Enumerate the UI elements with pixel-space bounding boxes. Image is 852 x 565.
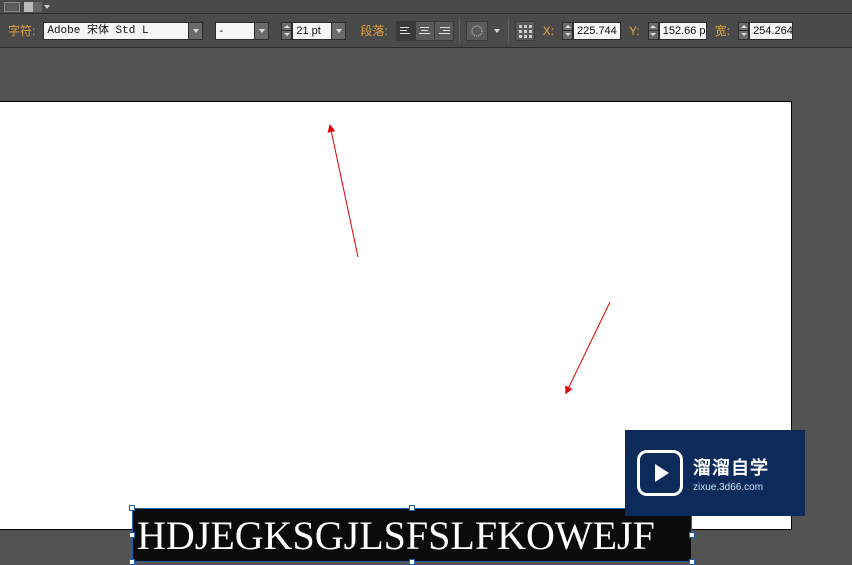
distribute-icon[interactable] (466, 21, 488, 41)
x-value[interactable]: 225.744 (573, 22, 621, 40)
handle-mr[interactable] (689, 532, 695, 538)
align-left-button[interactable] (396, 21, 416, 41)
width-spinner[interactable] (738, 22, 749, 40)
handle-ml[interactable] (129, 532, 135, 538)
width-label: 宽: (715, 22, 730, 39)
screen-mode-dropdown-icon[interactable] (44, 5, 50, 9)
font-family-dropdown-icon[interactable] (189, 22, 203, 40)
font-family-value[interactable]: Adobe 宋体 Std L (43, 22, 189, 40)
options-bar: 字符: Adobe 宋体 Std L - 21 pt 段落: (0, 14, 852, 48)
paragraph-align-group (396, 21, 453, 41)
y-value[interactable]: 152.66 p (659, 22, 707, 40)
x-spinner[interactable] (562, 22, 573, 40)
selected-text-content[interactable]: HDJEGKSGJLSFSLFKOWEJF (133, 509, 691, 561)
paragraph-label: 段落: (360, 22, 387, 39)
y-spinner[interactable] (648, 22, 659, 40)
watermark-title: 溜溜自学 (693, 454, 769, 480)
handle-br[interactable] (689, 559, 695, 565)
panel-toggle-icon[interactable] (4, 2, 20, 12)
font-family-combo[interactable]: Adobe 宋体 Std L (43, 21, 203, 41)
window-tab-strip (0, 0, 852, 14)
watermark-sub: zixue.3d66.com (693, 482, 769, 493)
watermark-badge: 溜溜自学 zixue.3d66.com (625, 430, 805, 516)
handle-bc[interactable] (409, 559, 415, 565)
handle-tl[interactable] (129, 505, 135, 511)
font-style-combo[interactable]: - (215, 21, 269, 41)
divider (508, 18, 509, 44)
handle-bl[interactable] (129, 559, 135, 565)
x-label: X: (543, 24, 554, 38)
align-center-button[interactable] (415, 21, 435, 41)
selected-text-frame[interactable]: HDJEGKSGJLSFSLFKOWEJF (132, 508, 692, 562)
character-label: 字符: (8, 22, 35, 39)
handle-tc[interactable] (409, 505, 415, 511)
play-icon (637, 450, 683, 496)
font-size-value[interactable]: 21 pt (292, 22, 332, 40)
font-style-dropdown-icon[interactable] (255, 22, 269, 40)
font-style-value[interactable]: - (215, 22, 255, 40)
screen-mode-icon[interactable] (24, 2, 42, 12)
align-right-button[interactable] (434, 21, 454, 41)
y-label: Y: (629, 24, 640, 38)
divider (459, 18, 460, 44)
distribute-dropdown-icon[interactable] (494, 29, 500, 33)
font-size-spinner[interactable] (281, 22, 292, 40)
width-value[interactable]: 254.264 (749, 22, 793, 40)
transform-grid-icon[interactable] (515, 21, 535, 41)
font-size-dropdown-icon[interactable] (332, 22, 346, 40)
